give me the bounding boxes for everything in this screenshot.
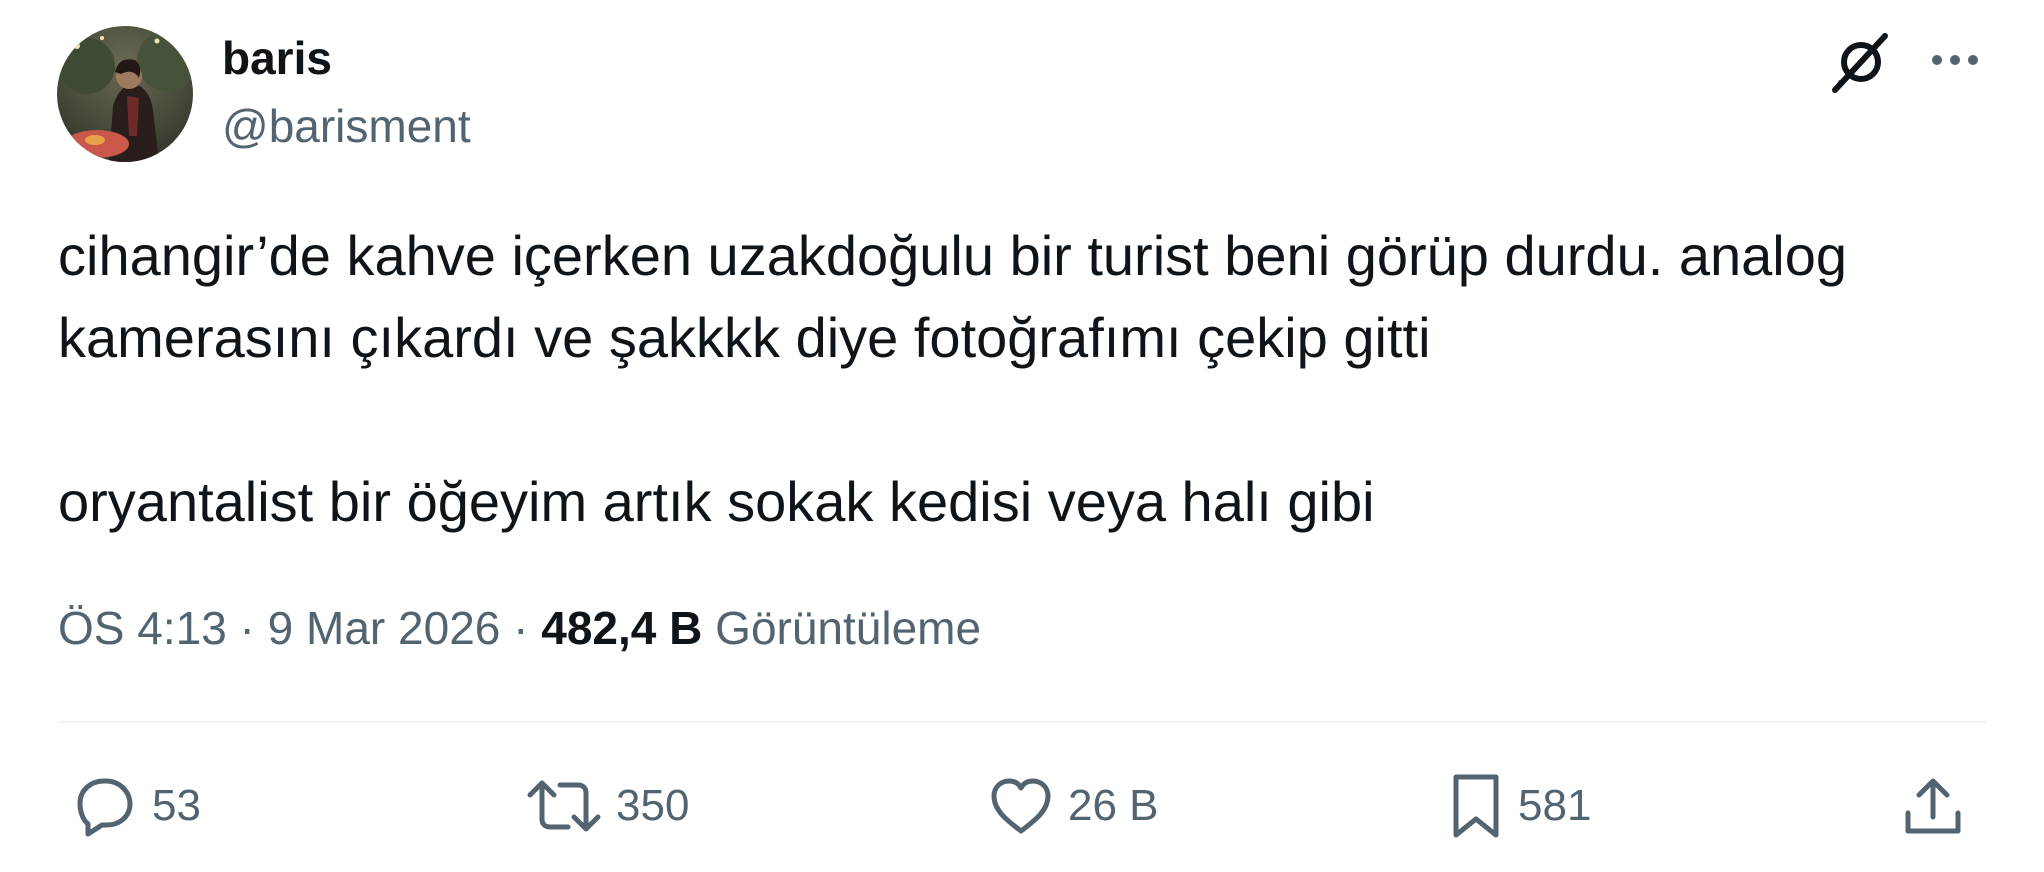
reply-icon <box>77 778 133 837</box>
tweet-time[interactable]: ÖS 4:13 <box>58 602 227 654</box>
meta-separator: · <box>226 602 268 654</box>
share-icon <box>1905 778 1961 834</box>
like-button[interactable]: 26 B <box>988 770 1159 842</box>
bookmark-icon <box>1453 774 1499 838</box>
tweet-paragraph: cihangir’de kahve içerken uzakdoğulu bir… <box>58 224 1863 369</box>
username-handle[interactable]: @barisment <box>222 96 471 156</box>
display-name[interactable]: baris <box>222 28 332 88</box>
retweet-count: 350 <box>616 781 690 830</box>
retweet-icon <box>527 780 601 832</box>
divider <box>58 721 1986 723</box>
grok-icon[interactable] <box>1825 28 1895 98</box>
tweet-date[interactable]: 9 Mar 2026 <box>268 602 501 654</box>
tweet-metadata: ÖS 4:13 · 9 Mar 2026 · 482,4 B Görüntüle… <box>58 596 981 660</box>
meta-separator: · <box>500 602 542 654</box>
views-label[interactable]: Görüntüleme <box>702 602 981 654</box>
avatar[interactable] <box>57 26 193 162</box>
retweet-button[interactable]: 350 <box>526 770 689 842</box>
tweet-paragraph: oryantalist bir öğeyim artık sokak kedis… <box>58 470 1375 533</box>
tweet-card: baris @barisment cihangir’de kahve içerk… <box>0 0 2044 872</box>
bookmark-count: 581 <box>1518 781 1592 830</box>
more-options-icon[interactable] <box>1925 38 1985 82</box>
views-count[interactable]: 482,4 B <box>541 602 702 654</box>
avatar-photo <box>57 26 193 162</box>
share-button[interactable] <box>1900 770 1966 842</box>
bookmark-button[interactable]: 581 <box>1448 770 1591 842</box>
reply-count: 53 <box>152 781 201 830</box>
reply-button[interactable]: 53 <box>72 770 201 842</box>
like-icon <box>991 778 1051 834</box>
like-count: 26 B <box>1068 781 1159 830</box>
tweet-text: cihangir’de kahve içerken uzakdoğulu bir… <box>58 215 1998 543</box>
